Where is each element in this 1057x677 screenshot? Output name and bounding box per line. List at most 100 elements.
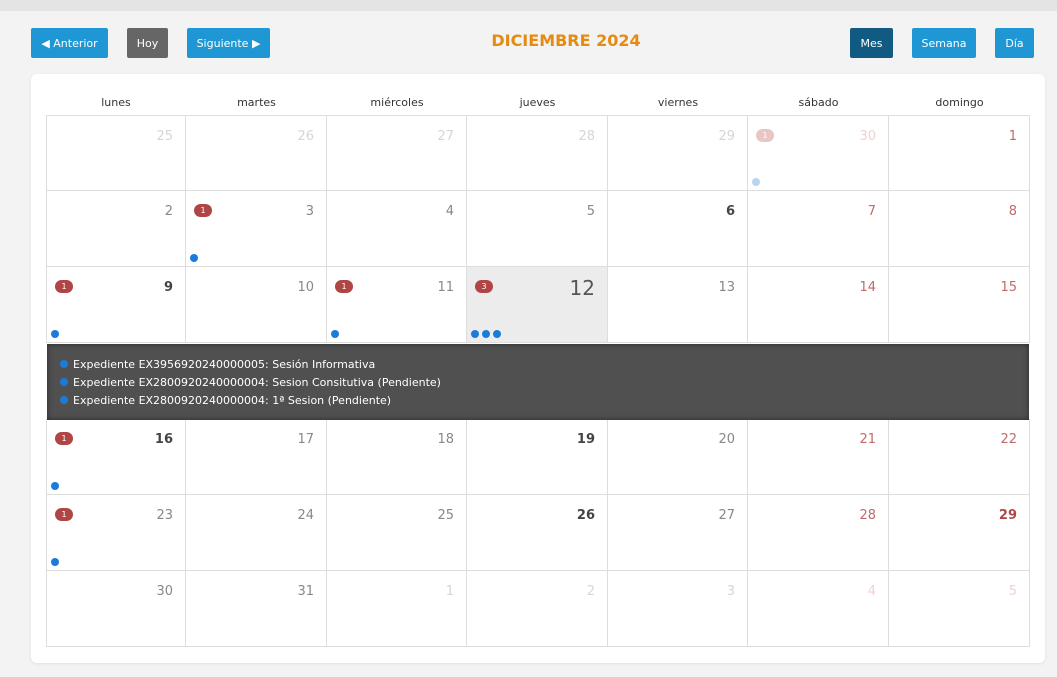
event-dot-icon[interactable] (51, 482, 59, 490)
day-cell[interactable]: 30 1 (748, 115, 889, 191)
day-number: 30 (156, 584, 173, 599)
day-number: 5 (586, 204, 595, 219)
event-dot-icon[interactable] (190, 254, 198, 262)
day-cell[interactable]: 17 (186, 419, 327, 495)
day-number: 21 (859, 432, 876, 447)
event-dot-icon[interactable] (51, 558, 59, 566)
day-cell[interactable]: 12 3 (467, 267, 608, 343)
day-events-panel: Expediente EX39569202400000​05: Sesión I… (47, 344, 1029, 420)
day-cell[interactable]: 91 (46, 267, 186, 343)
day-number: 14 (859, 280, 876, 295)
day-cell[interactable]: 2 (467, 571, 608, 647)
day-cell[interactable]: 26 (186, 115, 327, 191)
day-number: 28 (859, 508, 876, 523)
event-count-badge[interactable]: 3 (475, 280, 493, 293)
event-count-badge[interactable]: 1 (55, 508, 73, 521)
day-number: 16 (154, 432, 173, 447)
day-cell[interactable]: 16 1 (46, 419, 186, 495)
day-number: 15 (1000, 280, 1017, 295)
day-cell[interactable]: 25 (46, 115, 186, 191)
prev-button[interactable]: ◀ Anterior (31, 28, 108, 58)
day-number: 29 (718, 129, 735, 144)
day-cell[interactable]: 31 (186, 191, 327, 267)
day-cell[interactable]: 24 (186, 495, 327, 571)
day-number: 27 (718, 508, 735, 523)
day-cell[interactable]: 18 (327, 419, 467, 495)
day-cell[interactable]: 13 (608, 267, 748, 343)
weekday-label: lunes (101, 96, 131, 109)
event-count-badge[interactable]: 1 (55, 280, 73, 293)
day-cell[interactable]: 10 (186, 267, 327, 343)
day-cell[interactable]: 1 (327, 571, 467, 647)
event-count-badge[interactable]: 1 (335, 280, 353, 293)
day-cell[interactable]: 21 (748, 419, 889, 495)
day-number: 2 (586, 584, 595, 599)
event-dot-icon (60, 396, 68, 404)
weekday-label: viernes (657, 96, 699, 109)
day-cell[interactable]: 8 (889, 191, 1030, 267)
day-cell[interactable]: 23 1 (46, 495, 186, 571)
event-dot-icon (60, 360, 68, 368)
day-number: 13 (718, 280, 735, 295)
month-title: DICIEMBRE 2024 (491, 31, 641, 50)
day-cell[interactable]: 4 (748, 571, 889, 647)
day-cell[interactable]: 1 (889, 115, 1030, 191)
day-number: 5 (1008, 584, 1017, 599)
day-cell[interactable]: 3 (608, 571, 748, 647)
day-cell[interactable]: 28 (748, 495, 889, 571)
event-item[interactable]: Expediente EX39569202400000​05: Sesión I… (60, 356, 375, 372)
day-cell[interactable]: 28 (467, 115, 608, 191)
day-cell[interactable]: 5 (467, 191, 608, 267)
week-view-button[interactable]: Semana (912, 28, 976, 58)
event-item[interactable]: Expediente EX28009202400000​04: Sesion C… (60, 374, 441, 390)
day-cell[interactable]: 29 (608, 115, 748, 191)
day-number: 11 (437, 280, 454, 295)
day-cell[interactable]: 14 (748, 267, 889, 343)
event-count-badge[interactable]: 1 (55, 432, 73, 445)
next-button[interactable]: Siguiente ▶ (187, 28, 270, 58)
event-count-badge[interactable]: 1 (756, 129, 774, 142)
day-cell[interactable]: 15 (889, 267, 1030, 343)
day-number: 3 (305, 204, 314, 219)
day-cell[interactable]: 30 (46, 571, 186, 647)
event-dot-icon[interactable] (51, 330, 59, 338)
month-view-button[interactable]: Mes (850, 28, 893, 58)
day-cell[interactable]: 7 (748, 191, 889, 267)
day-cell[interactable]: 27 (608, 495, 748, 571)
event-dot-icon[interactable] (752, 178, 760, 186)
event-dot-icon[interactable] (331, 330, 339, 338)
event-dot-icon[interactable] (482, 330, 490, 338)
weekday-label: domingo (935, 96, 984, 109)
today-button[interactable]: Hoy (127, 28, 168, 58)
event-dot-icon[interactable] (493, 330, 501, 338)
day-cell[interactable]: 22 (889, 419, 1030, 495)
event-dot-icon[interactable] (471, 330, 479, 338)
day-cell[interactable]: 4 (327, 191, 467, 267)
event-item[interactable]: Expediente EX28009202400000​04: 1ª Sesio… (60, 392, 391, 408)
day-cell[interactable]: 25 (327, 495, 467, 571)
event-label: Expediente EX28009202400000​04: Sesion C… (73, 375, 441, 389)
day-number: 26 (297, 129, 314, 144)
day-number: 30 (859, 129, 876, 144)
day-cell[interactable]: 26 (467, 495, 608, 571)
day-number: 2 (164, 204, 173, 219)
day-cell[interactable]: 19 (467, 419, 608, 495)
day-number: 31 (297, 584, 314, 599)
day-number: 22 (1000, 432, 1017, 447)
event-label: Expediente EX39569202400000​05: Sesión I… (73, 357, 376, 371)
day-number: 1 (1008, 129, 1017, 144)
day-cell[interactable]: 20 (608, 419, 748, 495)
day-cell[interactable]: 2 (46, 191, 186, 267)
day-view-button[interactable]: Día (995, 28, 1034, 58)
day-cell[interactable]: 11 1 (327, 267, 467, 343)
day-number: 9 (163, 280, 173, 295)
day-cell[interactable]: 29 (889, 495, 1030, 571)
day-cell[interactable]: 5 (889, 571, 1030, 647)
day-number: 8 (1008, 204, 1017, 219)
day-cell[interactable]: 31 (186, 571, 327, 647)
weekday-label: jueves (519, 96, 556, 109)
day-cell[interactable]: 27 (327, 115, 467, 191)
day-cell[interactable]: 6 (608, 191, 748, 267)
day-number: 25 (156, 129, 173, 144)
event-count-badge[interactable]: 1 (194, 204, 212, 217)
